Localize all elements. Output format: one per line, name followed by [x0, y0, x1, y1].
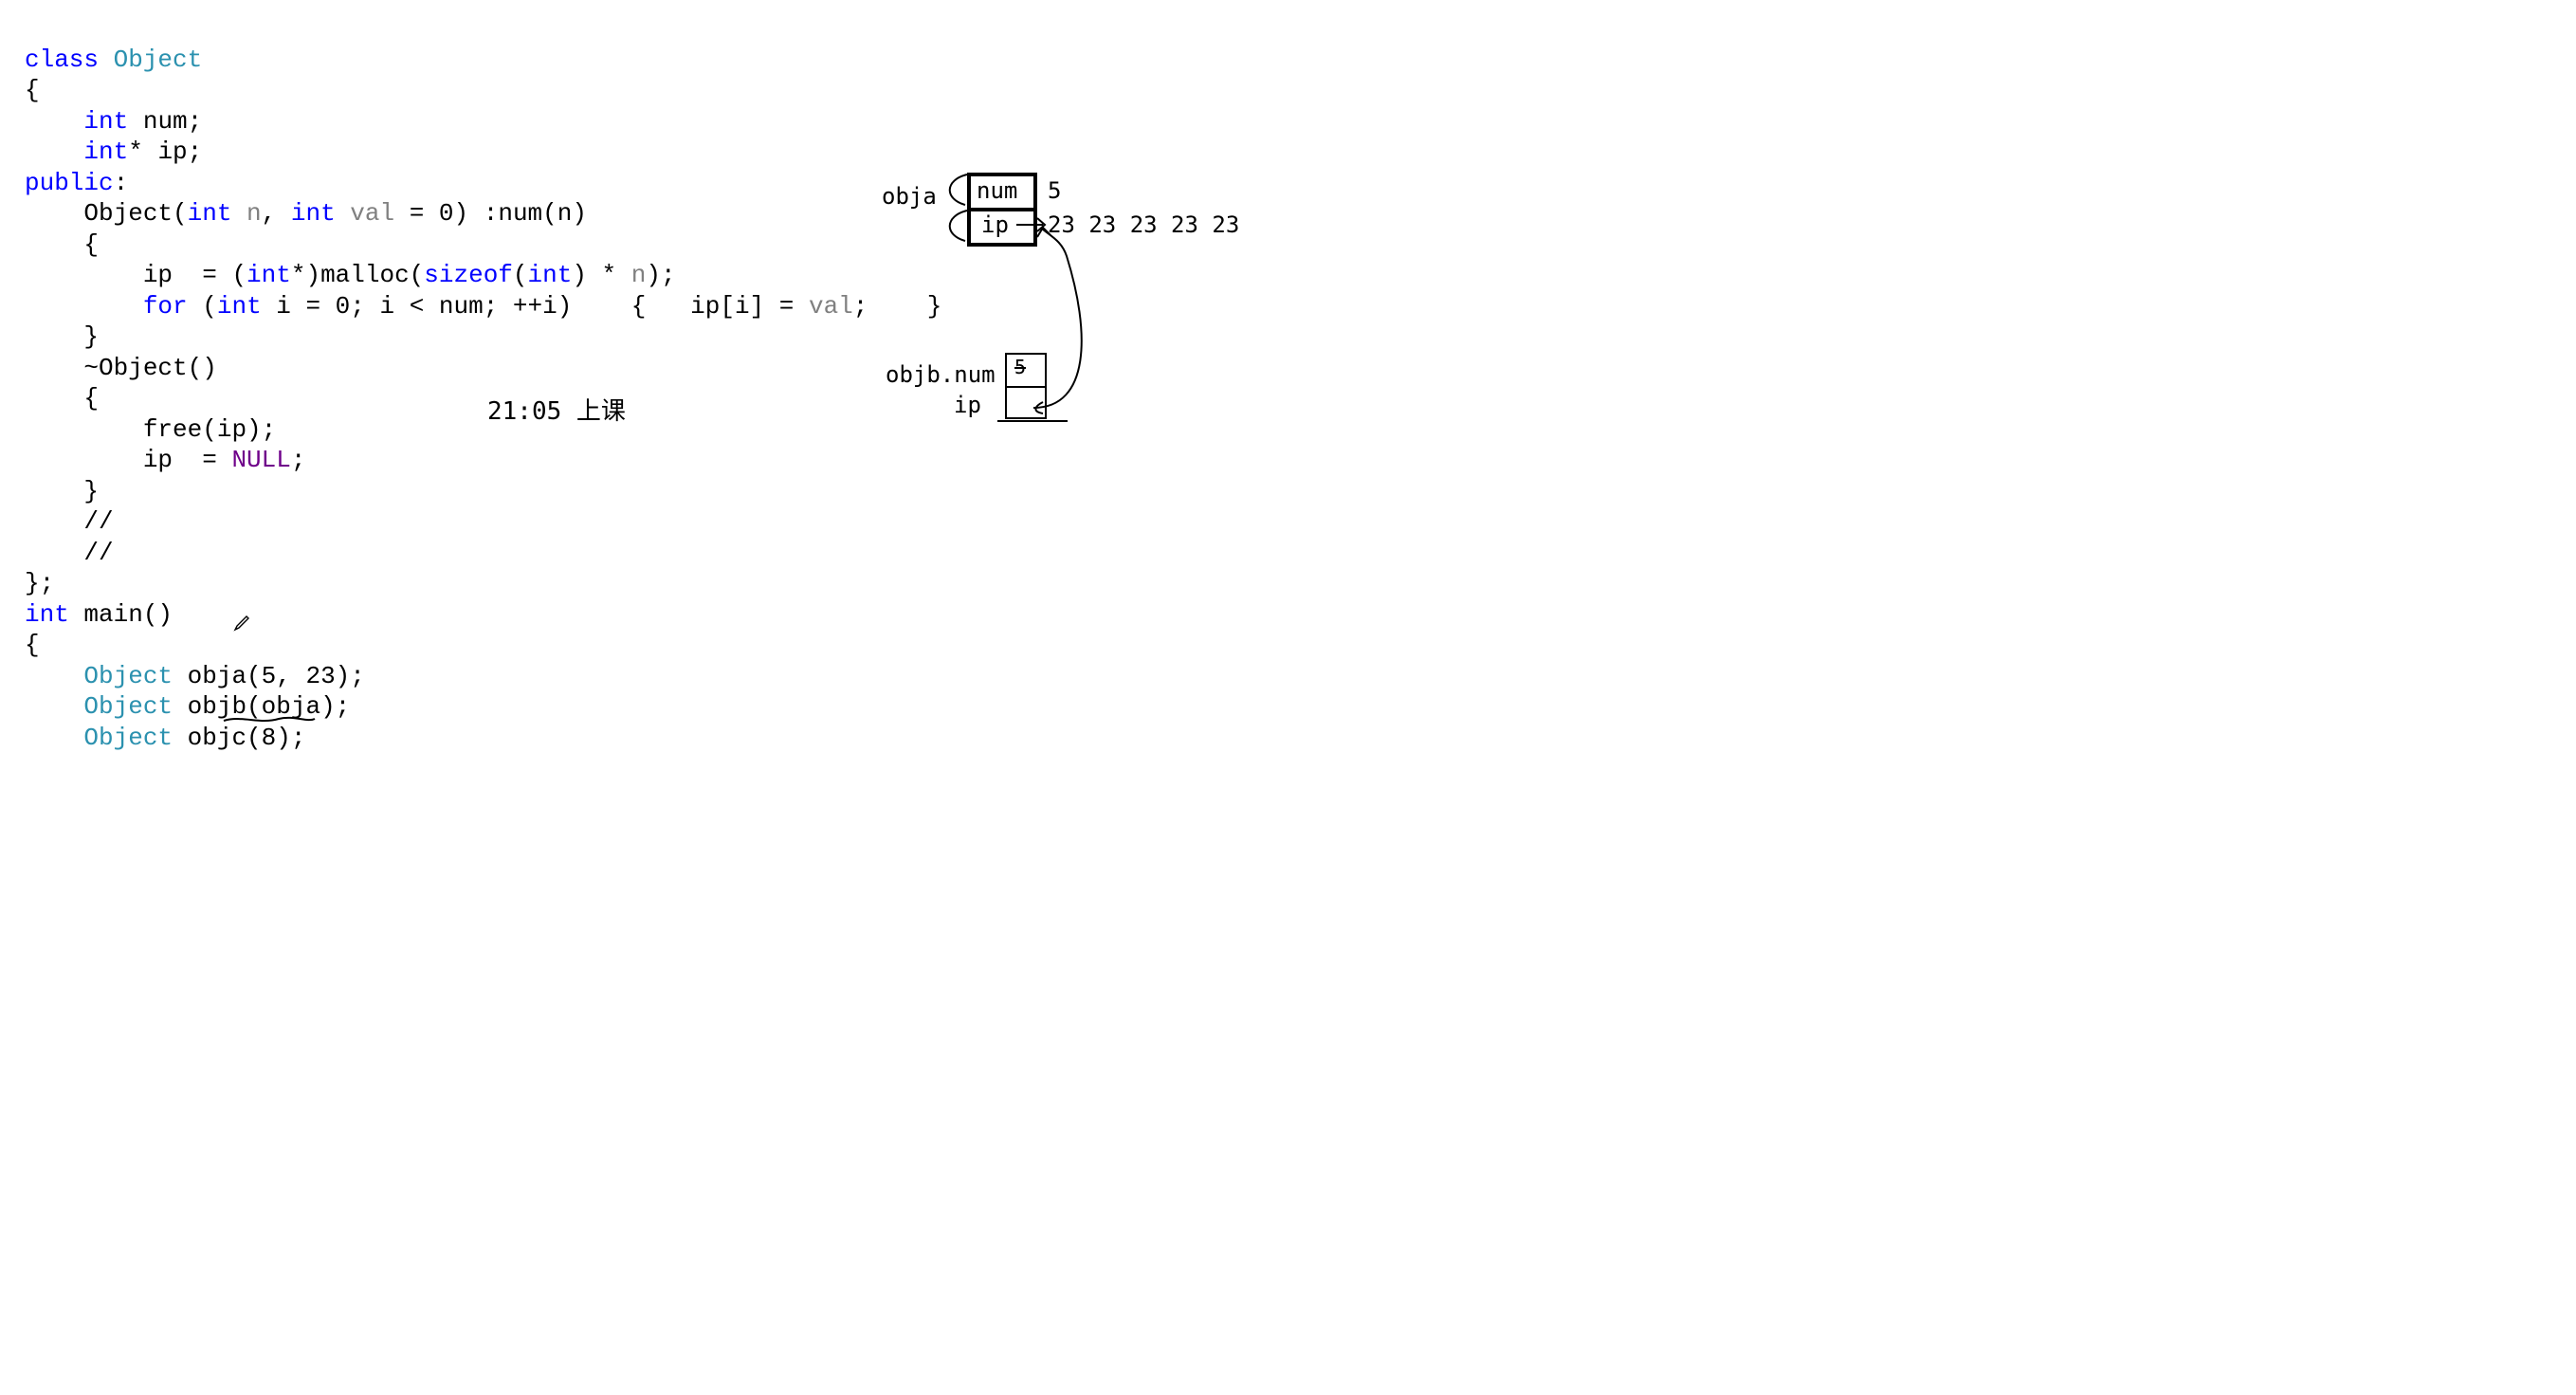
code-text: , — [262, 199, 291, 228]
code-text: free(ip); — [143, 415, 276, 444]
kw-int: int — [83, 138, 128, 166]
code-text: { — [25, 631, 40, 659]
kw-int: int — [188, 199, 232, 228]
kw-class: class — [25, 46, 99, 74]
code-text: }; — [25, 569, 54, 597]
code-text: // — [83, 539, 113, 567]
code-text: ; — [291, 446, 306, 474]
code-text: i = 0; i < num; ++i) { ip[i] = — [262, 292, 809, 321]
code-text: ip = — [143, 446, 232, 474]
code-text: = 0) :num(n) — [394, 199, 587, 228]
code-line: { — [25, 76, 40, 104]
param-val: val — [336, 199, 394, 228]
code-text: : — [114, 169, 129, 197]
kw-int: int — [25, 600, 69, 629]
param-val: val — [809, 292, 853, 321]
code-text: ( — [188, 292, 217, 321]
param-n: n — [631, 261, 647, 289]
obja-label: obja — [882, 182, 937, 211]
code-text: // — [83, 507, 113, 536]
obja-num-label: num — [977, 176, 1017, 205]
kw-int: int — [291, 199, 336, 228]
pencil-cursor-icon — [233, 615, 250, 632]
type-object: Object — [83, 692, 173, 721]
code-text: ( — [513, 261, 528, 289]
null-literal: NULL — [231, 446, 290, 474]
kw-int: int — [528, 261, 573, 289]
kw-int: int — [217, 292, 262, 321]
code-text: } — [83, 322, 99, 351]
type-object: Object — [83, 662, 173, 690]
obja-brace-sketch — [939, 171, 973, 247]
reminder-text: 21:05 上课 — [487, 396, 626, 428]
kw-sizeof: sizeof — [424, 261, 513, 289]
code-text: ) * — [572, 261, 630, 289]
page-root: class Object { int num; int* ip; public:… — [0, 0, 2576, 1395]
type-object: Object — [83, 724, 173, 752]
obja-num-value: 5 — [1048, 176, 1061, 205]
code-text: objc(8); — [173, 724, 305, 752]
memory-diagram: obja num ip 5 23 23 23 23 23 objb.num ip… — [872, 161, 1308, 465]
code-text: { — [83, 384, 99, 413]
objb-ip-label: ip — [954, 391, 981, 419]
code-text: ); — [646, 261, 675, 289]
dangling-pointer-curve — [1024, 218, 1109, 417]
code-text: ip = ( — [143, 261, 247, 289]
kw-public: public — [25, 169, 114, 197]
code-text: main() — [69, 600, 173, 629]
kw-int: int — [247, 261, 291, 289]
code-block: class Object { int num; int* ip; public:… — [25, 13, 941, 753]
objb-num-label: objb.num — [886, 360, 996, 389]
code-text: Object( — [83, 199, 187, 228]
code-text: } — [83, 477, 99, 505]
objb-underline-sketch — [996, 417, 1071, 427]
param-n: n — [231, 199, 261, 228]
obja-ip-label: ip — [981, 211, 1009, 239]
code-text: obja(5, 23); — [173, 662, 365, 690]
code-text: ~Object() — [83, 354, 216, 382]
kw-for: for — [143, 292, 188, 321]
code-text: num; — [128, 107, 202, 136]
code-text: *)malloc( — [291, 261, 424, 289]
code-text: * ip; — [128, 138, 202, 166]
code-text: { — [83, 230, 99, 259]
type-object: Object — [114, 46, 203, 74]
kw-int: int — [83, 107, 128, 136]
underline-sketch-objb — [222, 713, 317, 726]
